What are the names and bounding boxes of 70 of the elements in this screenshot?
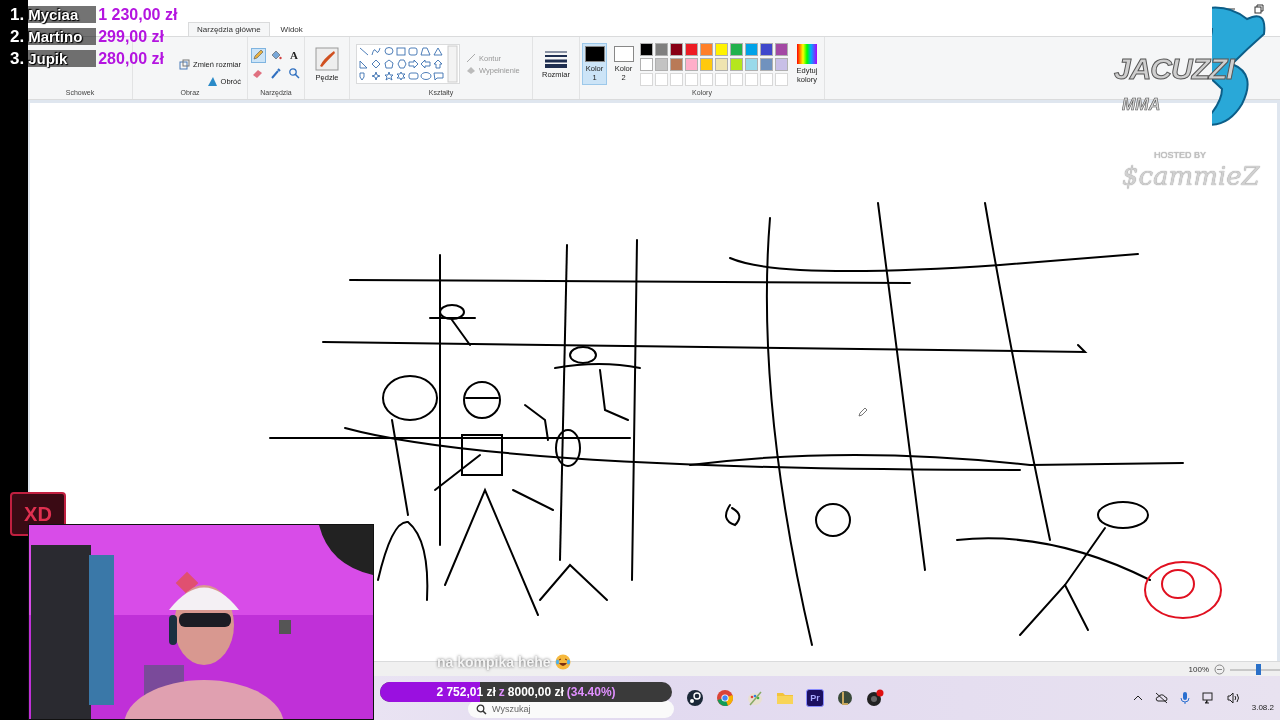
browser-app-icon[interactable] xyxy=(716,689,734,707)
game-app-icon[interactable] xyxy=(836,689,854,707)
donor-name: Myciaa xyxy=(26,6,97,23)
logo-subtitle: MMA xyxy=(1122,96,1161,114)
color-swatch[interactable] xyxy=(730,57,743,71)
search-icon xyxy=(476,703,487,715)
color-swatch[interactable] xyxy=(655,42,668,56)
color-swatch[interactable] xyxy=(670,42,683,56)
hosted-by-label: HOSTED BY xyxy=(1154,150,1206,160)
zoom-slider[interactable] xyxy=(1230,663,1280,675)
premiere-app-icon[interactable]: Pr xyxy=(806,689,824,707)
eraser-icon xyxy=(252,67,264,79)
text-tool-button[interactable]: A xyxy=(286,47,302,63)
pencil-icon xyxy=(252,49,264,61)
palette-app-icon[interactable] xyxy=(746,689,764,707)
eyedropper-icon xyxy=(270,67,282,79)
pencil-button[interactable] xyxy=(250,47,266,63)
color-swatch[interactable] xyxy=(775,57,788,71)
donor-name: Jupik xyxy=(26,50,97,67)
donor-name: Martino xyxy=(26,28,97,45)
shapes-gallery[interactable] xyxy=(356,44,460,84)
color-swatch[interactable] xyxy=(760,42,773,56)
brush-icon[interactable] xyxy=(315,46,339,71)
color-swatch[interactable] xyxy=(685,42,698,56)
magnifier-icon xyxy=(288,67,300,79)
leaderboard-rank: 3. xyxy=(10,49,25,69)
color-swatch[interactable] xyxy=(700,57,713,71)
donation-amount: 280,00 zł xyxy=(98,50,164,68)
zoom-level: 100% xyxy=(1188,664,1209,674)
leaderboard-rank: 1. xyxy=(10,5,25,25)
leaderboard-rank: 2. xyxy=(10,27,25,47)
outline-icon xyxy=(466,53,476,63)
color-swatch[interactable] xyxy=(670,57,683,71)
ribbon-tab[interactable]: Narzędzia główne xyxy=(188,22,270,36)
color-swatch[interactable] xyxy=(715,42,728,56)
paint-bucket-icon xyxy=(270,49,282,61)
color-swatch[interactable] xyxy=(640,42,653,56)
host-name: $cammieZ xyxy=(1122,161,1260,191)
fill-icon xyxy=(466,65,476,75)
rotate-icon xyxy=(206,76,218,87)
color-swatch[interactable] xyxy=(685,57,698,71)
color-swatch[interactable] xyxy=(730,42,743,56)
zoom-out-icon[interactable] xyxy=(1214,663,1225,675)
pencil-cursor-icon xyxy=(858,407,868,417)
cloud-off-icon[interactable] xyxy=(1154,692,1168,704)
color-swatch[interactable] xyxy=(745,42,758,56)
network-icon[interactable] xyxy=(1201,692,1215,704)
color-swatch[interactable] xyxy=(760,57,773,71)
color-swatch[interactable] xyxy=(715,57,728,71)
chat-message: na kompika hehe xyxy=(437,654,551,670)
color-spectrum-icon[interactable] xyxy=(797,44,817,64)
chevron-up-icon[interactable] xyxy=(1132,693,1143,703)
steam-app-icon[interactable] xyxy=(686,689,704,707)
recorder-app-icon[interactable] xyxy=(866,689,884,707)
color-swatch[interactable] xyxy=(745,57,758,71)
restore-icon[interactable] xyxy=(1254,4,1264,14)
color-swatch[interactable] xyxy=(655,57,668,71)
laughing-emoji-icon xyxy=(554,654,571,670)
donation-amount: 299,00 zł xyxy=(98,28,164,46)
color-swatch[interactable] xyxy=(700,42,713,56)
donation-amount: 1 230,00 zł xyxy=(98,6,178,24)
ribbon-tab[interactable]: Widok xyxy=(271,22,312,36)
magnifier-button[interactable] xyxy=(286,65,302,81)
line-size-icon[interactable] xyxy=(544,49,568,68)
speaker-icon[interactable] xyxy=(1226,692,1240,704)
resize-icon xyxy=(179,59,191,70)
color-swatch[interactable] xyxy=(640,57,653,71)
color-swatch[interactable] xyxy=(775,42,788,56)
microphone-icon[interactable] xyxy=(1179,691,1190,705)
taskbar-date[interactable]: 3.08.2 xyxy=(1251,703,1274,712)
